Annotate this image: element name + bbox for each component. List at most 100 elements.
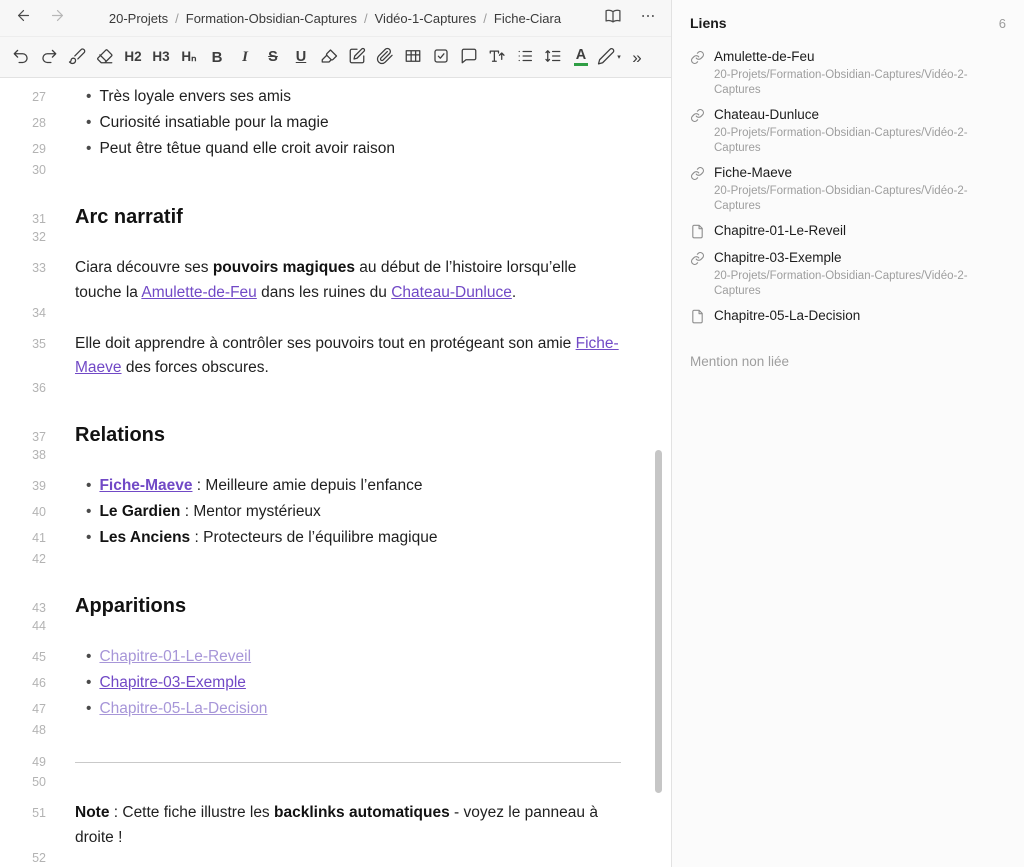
line-content: Note : Cette fiche illustre les backlink… xyxy=(75,801,671,851)
editor-line-35[interactable]: 35Elle doit apprendre à contrôler ses po… xyxy=(0,332,671,382)
internal-link[interactable]: Chapitre-03-Exemple xyxy=(99,674,245,691)
editor-line-49[interactable]: 49 xyxy=(0,749,671,775)
editor-line-51[interactable]: 51Note : Cette fiche illustre les backli… xyxy=(0,801,671,851)
heading-3-button[interactable]: H3 xyxy=(149,44,173,71)
title-actions xyxy=(602,7,659,29)
line-number: 43 xyxy=(0,601,46,615)
bold-button-label: B xyxy=(212,50,223,65)
clear-format-button[interactable] xyxy=(93,44,117,71)
editor-line-30[interactable]: 30 xyxy=(0,163,671,189)
unlinked-mentions-header[interactable]: Mention non liée xyxy=(688,354,1008,369)
line-number: 35 xyxy=(0,337,46,351)
undo-button[interactable] xyxy=(9,44,33,71)
editor-line-40[interactable]: 40•Le Gardien : Mentor mystérieux xyxy=(0,500,671,526)
highlighter-icon xyxy=(320,47,338,68)
editor-line-36[interactable]: 36 xyxy=(0,381,671,407)
line-content: • Peut être têtue quand elle croit avoir … xyxy=(75,137,671,162)
heading-n-button-label: Hₙ xyxy=(181,50,196,64)
font-size-button[interactable] xyxy=(485,44,509,71)
more-options-button[interactable] xyxy=(637,7,659,29)
line-spacing-button[interactable] xyxy=(541,44,565,71)
editor-line-38[interactable]: 38 xyxy=(0,448,671,474)
line-number: 31 xyxy=(0,212,46,226)
bold-button[interactable]: B xyxy=(205,44,229,71)
underline-button[interactable]: U xyxy=(289,44,313,71)
line-number: 30 xyxy=(0,163,46,177)
line-number: 32 xyxy=(0,230,46,244)
text-segment: pouvoirs magiques xyxy=(213,259,355,276)
table-button[interactable] xyxy=(401,44,425,71)
format-brush-button[interactable] xyxy=(65,44,89,71)
internal-link[interactable]: Amulette-de-Feu xyxy=(141,284,256,301)
internal-link[interactable]: Chateau-Dunluce xyxy=(391,284,512,301)
backlink-item[interactable]: Amulette-de-Feu20-Projets/Formation-Obsi… xyxy=(688,44,1008,102)
arrow-left-icon xyxy=(15,7,32,29)
ink-pen-button[interactable]: ▾ xyxy=(597,44,621,71)
font-color-button[interactable]: A xyxy=(569,44,593,71)
breadcrumb-item[interactable]: Vidéo-1-Captures xyxy=(375,11,477,26)
internal-link[interactable]: Chapitre-01-Le-Reveil xyxy=(99,648,251,665)
editor-line-47[interactable]: 47•Chapitre-05-La-Decision xyxy=(0,697,671,723)
editor-line-44[interactable]: 44 xyxy=(0,619,671,645)
backlink-name: Fiche-Maeve xyxy=(714,165,1006,181)
strikethrough-button[interactable]: S xyxy=(261,44,285,71)
list-bullet: • xyxy=(86,648,91,665)
backlink-item[interactable]: Chapitre-05-La-Decision xyxy=(688,303,1008,330)
text-segment: : Cette fiche illustre les xyxy=(109,804,274,821)
breadcrumb-item[interactable]: 20-Projets xyxy=(109,11,168,26)
editor-line-48[interactable]: 48 xyxy=(0,723,671,749)
editor-line-31[interactable]: 31Arc narratif xyxy=(0,189,671,230)
heading-3-button-label: H3 xyxy=(152,50,169,64)
editor-line-46[interactable]: 46•Chapitre-03-Exemple xyxy=(0,671,671,697)
highlight-button[interactable] xyxy=(317,44,341,71)
edit-note-button[interactable] xyxy=(345,44,369,71)
editor-line-39[interactable]: 39•Fiche-Maeve : Meilleure amie depuis l… xyxy=(0,474,671,500)
link-icon xyxy=(690,166,706,182)
editor-line-41[interactable]: 41•Les Anciens : Protecteurs de l’équili… xyxy=(0,526,671,552)
line-content xyxy=(75,762,671,763)
internal-link[interactable]: Chapitre-05-La-Decision xyxy=(99,700,267,717)
redo-button[interactable] xyxy=(37,44,61,71)
line-number: 33 xyxy=(0,261,46,275)
italic-button[interactable]: I xyxy=(233,44,257,71)
heading-2-button[interactable]: H2 xyxy=(121,44,145,71)
backlink-item[interactable]: Chateau-Dunluce20-Projets/Formation-Obsi… xyxy=(688,102,1008,160)
editor-line-37[interactable]: 37Relations xyxy=(0,407,671,448)
backlink-item[interactable]: Chapitre-01-Le-Reveil xyxy=(688,218,1008,245)
breadcrumb-item[interactable]: Fiche-Ciara xyxy=(494,11,561,26)
editor-line-32[interactable]: 32 xyxy=(0,230,671,256)
backlink-item[interactable]: Fiche-Maeve 20-Projets/Formation-Obsidian… xyxy=(688,160,1008,218)
comment-button[interactable] xyxy=(457,44,481,71)
editor-line-27[interactable]: 27•Très loyale envers ses amis xyxy=(0,85,671,111)
heading-n-button[interactable]: Hₙ xyxy=(177,44,201,71)
internal-link[interactable]: Fiche-Maeve xyxy=(99,477,192,494)
forward-button[interactable] xyxy=(46,7,68,29)
editor-line-42[interactable]: 42 xyxy=(0,552,671,578)
more-tools-button[interactable]: » xyxy=(625,44,649,71)
editor-line-34[interactable]: 34 xyxy=(0,306,671,332)
editor-line-50[interactable]: 50 xyxy=(0,775,671,801)
back-button[interactable] xyxy=(12,7,34,29)
list-bullet: • xyxy=(86,140,91,157)
text-segment: Peut être têtue quand elle croit avoir r… xyxy=(99,140,395,157)
editor-line-29[interactable]: 29•Peut être têtue quand elle croit avoi… xyxy=(0,137,671,163)
file-icon xyxy=(690,224,706,240)
checklist-button[interactable] xyxy=(429,44,453,71)
editor-scrollbar[interactable] xyxy=(655,450,662,793)
breadcrumb-item[interactable]: Formation-Obsidian-Captures xyxy=(186,11,357,26)
editor[interactable]: 27•Très loyale envers ses amis28•Curiosi… xyxy=(0,78,671,867)
backlink-item[interactable]: Chapitre-03-Exemple20-Projets/Formation-… xyxy=(688,245,1008,303)
backlink-path: 20-Projets/Formation-Obsidian-Captures/V… xyxy=(714,184,1006,213)
editor-line-33[interactable]: 33Ciara découvre ses pouvoirs magiques a… xyxy=(0,256,671,306)
list-bullet: • xyxy=(86,503,91,520)
editor-line-52[interactable]: 52 xyxy=(0,851,671,867)
text-segment: des forces obscures. xyxy=(122,359,269,376)
editor-line-45[interactable]: 45•Chapitre-01-Le-Reveil xyxy=(0,645,671,671)
backlinks-panel: Liens 6 Amulette-de-Feu20-Projets/Format… xyxy=(672,0,1024,867)
editor-line-43[interactable]: 43Apparitions xyxy=(0,578,671,619)
editor-line-28[interactable]: 28•Curiosité insatiable pour la magie xyxy=(0,111,671,137)
reading-view-button[interactable] xyxy=(602,7,624,29)
bullet-list-button[interactable] xyxy=(513,44,537,71)
line-number: 41 xyxy=(0,531,46,545)
attachment-button[interactable] xyxy=(373,44,397,71)
